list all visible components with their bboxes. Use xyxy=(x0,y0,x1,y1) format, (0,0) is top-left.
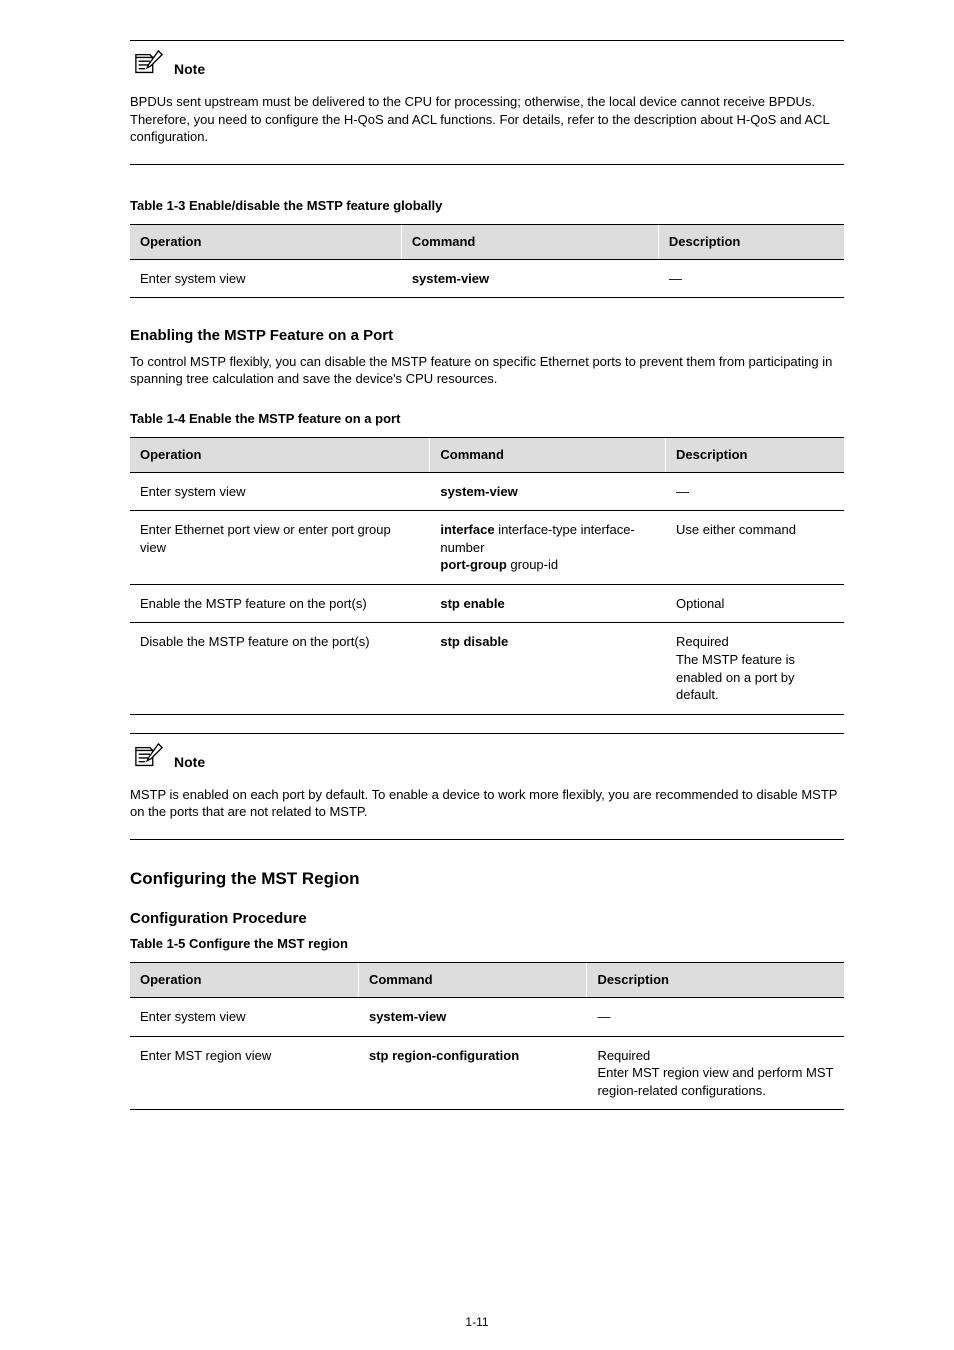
th-command: Command xyxy=(401,225,658,260)
cell-description: Use either command xyxy=(665,511,844,585)
table-row: Enable the MSTP feature on the port(s) s… xyxy=(130,584,844,623)
cell-command: interface interface-type interface-numbe… xyxy=(430,511,666,585)
cell-description: — xyxy=(658,259,844,298)
table-caption: Table 1-3 Enable/disable the MSTP featur… xyxy=(130,197,844,215)
table-header-row: Operation Command Description xyxy=(130,225,844,260)
cell-operation: Enter system view xyxy=(130,472,430,511)
th-operation: Operation xyxy=(130,438,430,473)
table-caption: Table 1-4 Enable the MSTP feature on a p… xyxy=(130,410,844,428)
table-enable-mstp-global: Operation Command Description Enter syst… xyxy=(130,224,844,298)
page-number: 1-11 xyxy=(0,1314,954,1330)
note-label: Note xyxy=(174,753,205,772)
table-enable-mstp-port: Operation Command Description Enter syst… xyxy=(130,437,844,714)
cell-command: stp disable xyxy=(430,623,666,714)
table-row: Enter system view system-view — xyxy=(130,259,844,298)
cell-description: Optional xyxy=(665,584,844,623)
cell-description: Required The MSTP feature is enabled on … xyxy=(665,623,844,714)
note-icon xyxy=(130,49,168,79)
note-heading: Note xyxy=(130,742,844,772)
th-command: Command xyxy=(358,963,586,998)
cell-operation: Disable the MSTP feature on the port(s) xyxy=(130,623,430,714)
table-header-row: Operation Command Description xyxy=(130,963,844,998)
table-row: Enter MST region view stp region-configu… xyxy=(130,1036,844,1110)
heading: Configuring the MST Region xyxy=(130,868,844,891)
cell-command: system-view xyxy=(401,259,658,298)
table-caption: Table 1-5 Configure the MST region xyxy=(130,935,844,953)
th-description: Description xyxy=(658,225,844,260)
cell-operation: Enter system view xyxy=(130,259,401,298)
th-command: Command xyxy=(430,438,666,473)
cell-operation: Enter Ethernet port view or enter port g… xyxy=(130,511,430,585)
cell-description: — xyxy=(587,998,844,1037)
th-description: Description xyxy=(665,438,844,473)
th-operation: Operation xyxy=(130,963,358,998)
cell-command: system-view xyxy=(358,998,586,1037)
th-operation: Operation xyxy=(130,225,401,260)
table-row: Enter Ethernet port view or enter port g… xyxy=(130,511,844,585)
cell-operation: Enter MST region view xyxy=(130,1036,358,1110)
note-body: BPDUs sent upstream must be delivered to… xyxy=(130,93,844,146)
document-page: Note BPDUs sent upstream must be deliver… xyxy=(0,0,954,1350)
divider xyxy=(130,839,844,840)
th-description: Description xyxy=(587,963,844,998)
cell-description: Required Enter MST region view and perfo… xyxy=(587,1036,844,1110)
section-heading: Enabling the MSTP Feature on a Port xyxy=(130,326,844,346)
table-row: Disable the MSTP feature on the port(s) … xyxy=(130,623,844,714)
cell-operation: Enter system view xyxy=(130,998,358,1037)
table-header-row: Operation Command Description xyxy=(130,438,844,473)
note-heading: Note xyxy=(130,49,844,79)
cell-command: stp region-configuration xyxy=(358,1036,586,1110)
cell-command: system-view xyxy=(430,472,666,511)
paragraph: To control MSTP flexibly, you can disabl… xyxy=(130,353,844,388)
table-row: Enter system view system-view — xyxy=(130,998,844,1037)
note-label: Note xyxy=(174,60,205,79)
note-block: Note MSTP is enabled on each port by def… xyxy=(130,734,844,839)
table-row: Enter system view system-view — xyxy=(130,472,844,511)
cell-command: stp enable xyxy=(430,584,666,623)
note-body: MSTP is enabled on each port by default.… xyxy=(130,786,844,821)
cell-operation: Enable the MSTP feature on the port(s) xyxy=(130,584,430,623)
table-configure-mst-region: Operation Command Description Enter syst… xyxy=(130,962,844,1110)
cell-description: — xyxy=(665,472,844,511)
note-icon xyxy=(130,742,168,772)
note-block: Note BPDUs sent upstream must be deliver… xyxy=(130,41,844,164)
section-heading: Configuration Procedure xyxy=(130,909,844,929)
